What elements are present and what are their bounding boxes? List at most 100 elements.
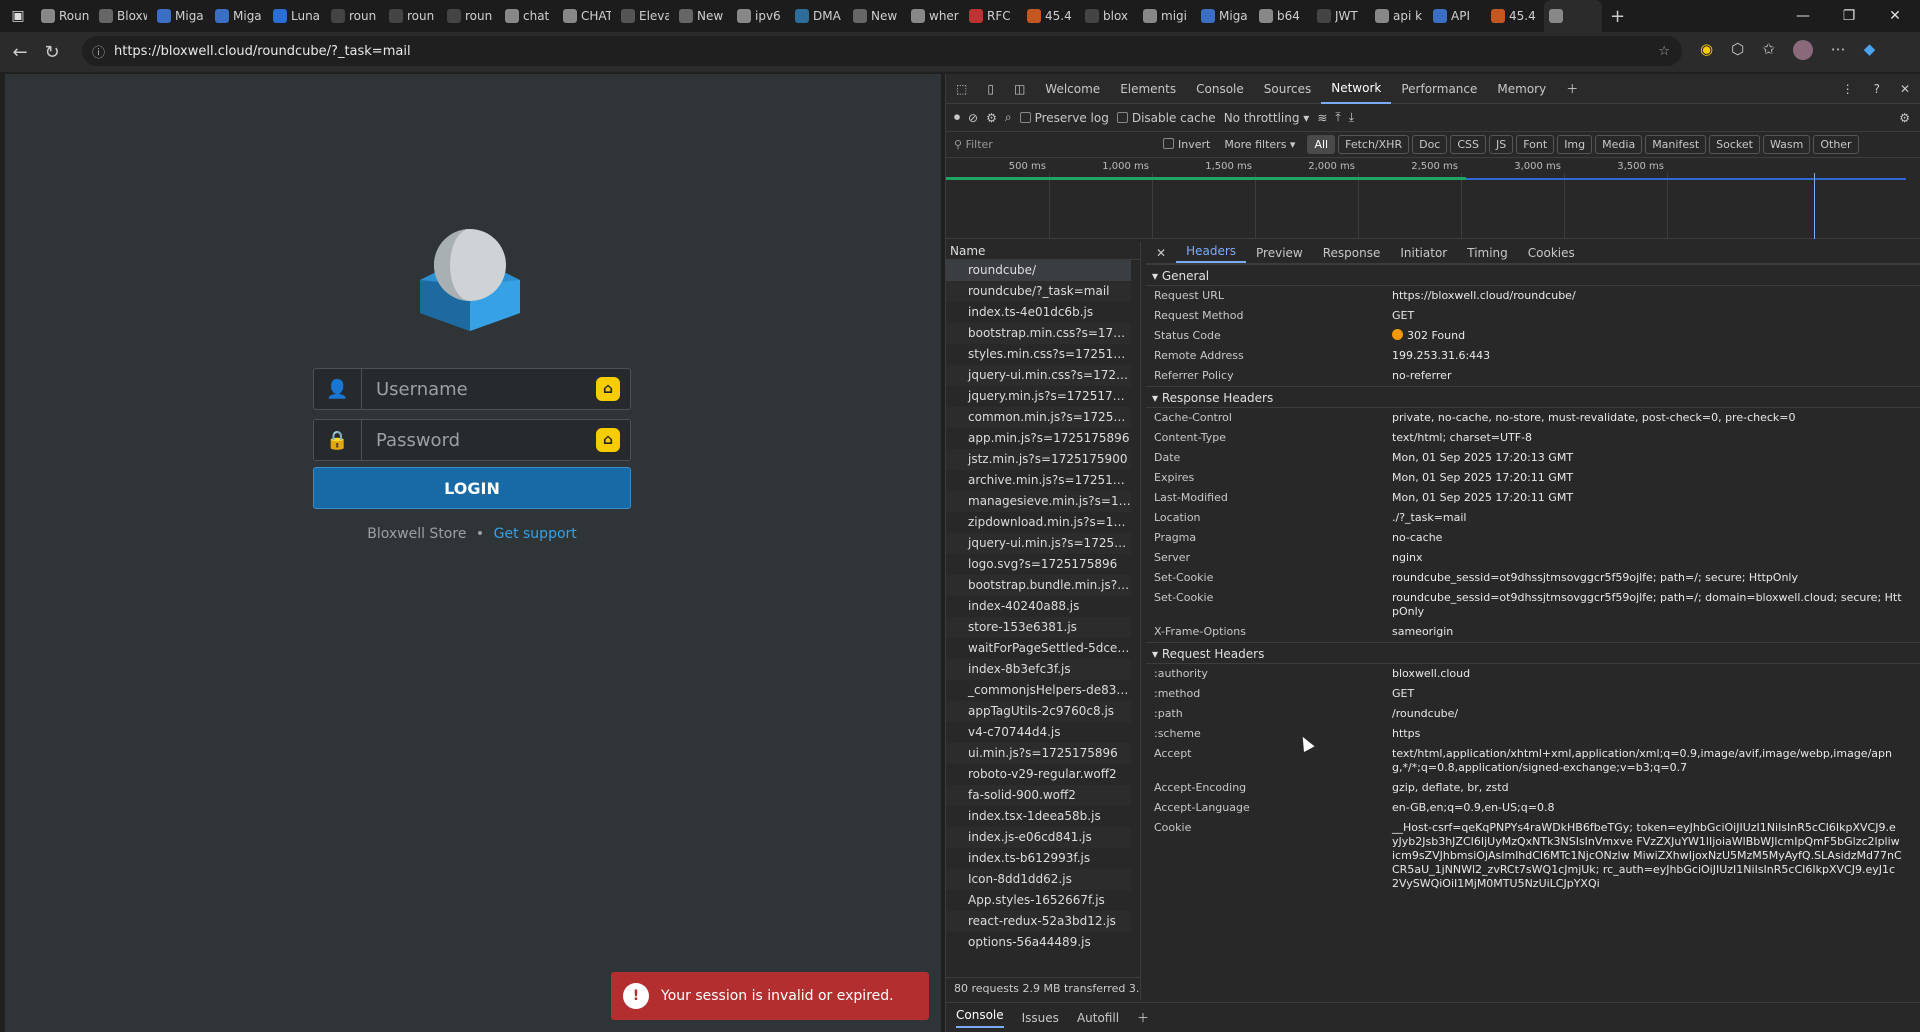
header-value[interactable]: __Host-csrf=qeKqPNPYs4raWDkHB6fbeTGy; to… [1392,821,1902,891]
tab-memory[interactable]: Memory [1487,74,1556,104]
tab-performance[interactable]: Performance [1391,74,1487,104]
request-row[interactable]: v4-c70744d4.js [946,722,1131,743]
browser-tab[interactable]: chat [500,0,558,32]
devtools-help-icon[interactable]: ? [1864,74,1890,104]
request-row[interactable]: app.min.js?s=1725175896 [946,428,1131,449]
export-har-icon[interactable]: ⤓ [1349,110,1354,125]
clear-icon[interactable]: ⊘ [968,111,978,125]
browser-tab[interactable]: Miga [152,0,210,32]
refresh-button[interactable]: ↻ [36,36,68,68]
username-field[interactable]: 👤 Username ⌂ [313,368,631,410]
request-headers-toggle[interactable]: ▾ Request Headers [1146,642,1920,664]
browser-tab[interactable]: Miga [210,0,268,32]
browser-tab[interactable]: DMA [790,0,848,32]
request-row[interactable]: jquery-ui.min.js?s=1725175... [946,533,1131,554]
tab-console[interactable]: Console [1186,74,1254,104]
request-row[interactable]: react-redux-52a3bd12.js [946,911,1131,932]
extensions-icon[interactable]: ⬡ [1731,40,1744,60]
network-conditions-icon[interactable]: ≋ [1317,111,1327,125]
filter-chip-other[interactable]: Other [1813,135,1859,154]
header-value[interactable]: no-cache [1392,531,1902,545]
filter-toggle-icon[interactable]: ⚙ [986,111,997,125]
tab-initiator[interactable]: Initiator [1390,246,1457,263]
request-row[interactable]: logo.svg?s=1725175896 [946,554,1131,575]
more-filters-dropdown[interactable]: More filters ▾ [1224,138,1295,151]
devtools-close-icon[interactable]: ✕ [1890,74,1920,104]
drawer-add-icon[interactable]: ＋ [1137,1009,1149,1026]
browser-tab[interactable]: New [674,0,732,32]
browser-tab[interactable]: JWT [1312,0,1370,32]
new-tab-button[interactable]: + [1602,0,1633,32]
browser-tab[interactable]: API [1428,0,1486,32]
back-button[interactable]: ← [4,36,36,68]
dock-icon[interactable]: ◫ [1004,74,1035,104]
login-button[interactable]: LOGIN [313,467,631,509]
browser-tab[interactable]: b64 [1254,0,1312,32]
tab-network[interactable]: Network [1321,74,1392,104]
filter-input[interactable]: ⚲ Filter [954,138,1159,151]
request-row[interactable]: App.styles-1652667f.js [946,890,1131,911]
request-row[interactable]: jquery.min.js?s=1725175899 [946,386,1131,407]
browser-tab[interactable]: blox [1080,0,1138,32]
preserve-log-checkbox[interactable]: Preserve log [1019,111,1109,125]
filter-chip-js[interactable]: JS [1489,135,1514,154]
request-row[interactable]: managesieve.min.js?s=1725... [946,491,1131,512]
request-row[interactable]: jstz.min.js?s=1725175900 [946,449,1131,470]
password-field[interactable]: 🔒 Password ⌂ [313,419,631,461]
browser-tab[interactable]: Miga [1196,0,1254,32]
header-value[interactable]: 199.253.31.6:443 [1392,349,1902,363]
add-panel-icon[interactable]: ＋ [1556,74,1588,104]
tab-cookies[interactable]: Cookies [1518,246,1585,263]
filter-chip-media[interactable]: Media [1595,135,1643,154]
header-value[interactable]: Mon, 01 Sep 2025 17:20:11 GMT [1392,491,1902,505]
header-value[interactable]: no-referrer [1392,369,1902,383]
browser-tab[interactable]: CHAT [558,0,616,32]
request-row[interactable]: ui.min.js?s=1725175896 [946,743,1131,764]
browser-tab[interactable]: ipv6 [732,0,790,32]
drawer-tab-issues[interactable]: Issues [1022,1011,1059,1025]
header-value[interactable]: https [1392,727,1902,741]
network-timeline[interactable]: 500 ms 1,000 ms 1,500 ms 2,000 ms 2,500 ms 3,… [946,159,1920,239]
browser-tab[interactable]: 45.4 [1022,0,1080,32]
header-value[interactable]: Mon, 01 Sep 2025 17:20:11 GMT [1392,471,1902,485]
password-manager-icon[interactable]: ◉ [1700,40,1713,60]
filter-chip-wasm[interactable]: Wasm [1762,135,1811,154]
password-manager-fill-icon[interactable]: ⌂ [596,377,620,401]
filter-chip-fetchxhr[interactable]: Fetch/XHR [1338,135,1410,154]
browser-tab[interactable]: roun [442,0,500,32]
close-detail-icon[interactable]: ✕ [1146,246,1176,263]
devtools-more-icon[interactable]: ⋮ [1832,74,1864,104]
favorite-star-icon[interactable]: ☆ [1658,44,1670,59]
store-link[interactable]: Bloxwell Store [367,526,466,542]
browser-tab[interactable]: roun [384,0,442,32]
browser-tab[interactable]: migi [1138,0,1196,32]
restore-button[interactable]: ❐ [1826,0,1872,32]
tab-timing[interactable]: Timing [1457,246,1518,263]
request-row[interactable]: styles.min.css?s=1725175896 [946,344,1131,365]
browser-tab[interactable]: Roun [36,0,94,32]
filter-chip-img[interactable]: Img [1557,135,1593,154]
search-icon[interactable]: ⌕ [1005,110,1012,125]
browser-tab[interactable]: api k [1370,0,1428,32]
header-value[interactable]: GET [1392,687,1902,701]
request-row[interactable]: waitForPageSettled-5dce85... [946,638,1131,659]
header-value[interactable]: Mon, 01 Sep 2025 17:20:13 GMT [1392,451,1902,465]
import-har-icon[interactable]: ⤒ [1335,110,1340,125]
header-value[interactable]: https://bloxwell.cloud/roundcube/ [1392,289,1902,303]
header-value[interactable]: nginx [1392,551,1902,565]
response-headers-toggle[interactable]: ▾ Response Headers [1146,386,1920,408]
request-row[interactable]: appTagUtils-2c9760c8.js [946,701,1131,722]
request-row[interactable]: zipdownload.min.js?s=1725... [946,512,1131,533]
header-value[interactable]: gzip, deflate, br, zstd [1392,781,1902,795]
header-value[interactable]: text/html; charset=UTF-8 [1392,431,1902,445]
browser-tab[interactable] [1544,0,1602,32]
request-row[interactable]: index.js-e06cd841.js [946,827,1131,848]
header-value[interactable]: private, no-cache, no-store, must-revali… [1392,411,1902,425]
request-row[interactable]: store-153e6381.js [946,617,1131,638]
browser-tab[interactable]: roun [326,0,384,32]
request-row[interactable]: archive.min.js?s=1725175896 [946,470,1131,491]
invert-checkbox[interactable]: Invert [1163,138,1210,151]
name-column-header[interactable]: Name [946,242,1140,260]
request-row[interactable]: _commonjsHelpers-de833af... [946,680,1131,701]
minimize-button[interactable]: — [1780,0,1826,32]
